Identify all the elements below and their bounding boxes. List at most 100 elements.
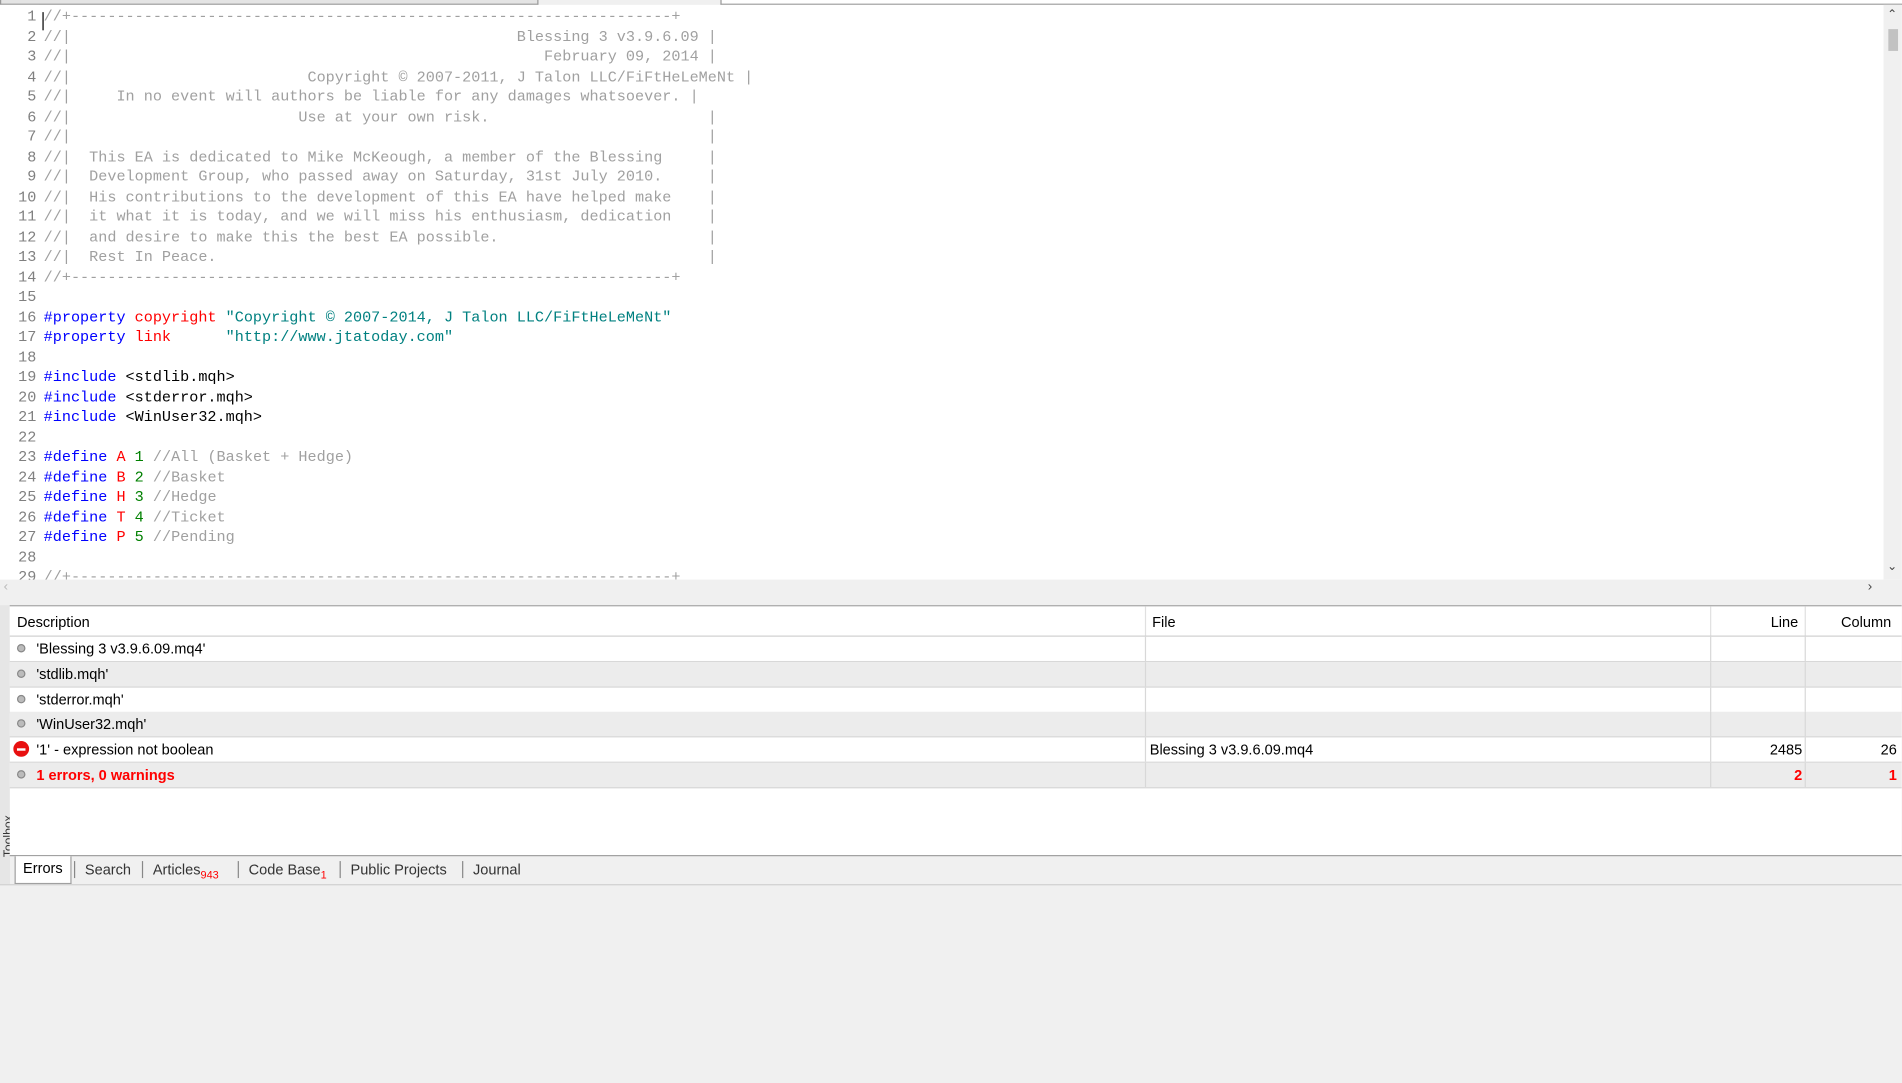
code-token: //| Copyright © 2007-2011, J Talon LLC/F… [43, 68, 754, 86]
error-row[interactable]: 'WinUser32.mqh' [9, 712, 1902, 738]
error-description: 'stderror.mqh' [36, 690, 124, 708]
code-line[interactable]: #define B 2 //Basket [44, 468, 226, 488]
code-line[interactable]: //| Rest In Peace. | [44, 247, 717, 267]
scrollbar-thumb[interactable] [1888, 29, 1899, 51]
error-description: 'Blessing 3 v3.9.6.09.mq4' [36, 640, 206, 658]
code-line[interactable]: #define H 3 //Hedge [44, 488, 217, 508]
code-token: //| and desire to make this the best EA … [43, 228, 717, 246]
code-token: //Ticket [152, 508, 226, 526]
code-token: //| it what it is today, and we will mis… [43, 208, 717, 226]
error-file: Blessing 3 v3.9.6.09.mq4 [1149, 741, 1314, 759]
code-line[interactable]: //| This EA is dedicated to Mike McKeoug… [44, 147, 717, 167]
errors-panel: Description File Line Column 'Blessing 3… [9, 605, 1902, 857]
code-token: <stdlib.mqh> [125, 368, 235, 386]
code-token: #define [43, 508, 117, 526]
tab-label: Errors [23, 859, 63, 877]
code-token: //| Development Group, who passed away o… [43, 168, 717, 186]
column-description[interactable]: Description [17, 614, 90, 631]
code-line[interactable]: #include <stdlib.mqh> [44, 367, 235, 387]
code-line[interactable]: //+-------------------------------------… [44, 267, 681, 287]
code-area[interactable]: //+-------------------------------------… [0, 5, 1883, 580]
error-row[interactable]: 'Blessing 3 v3.9.6.09.mq4' [9, 636, 1902, 663]
code-line[interactable]: //| Copyright © 2007-2011, J Talon LLC/F… [44, 67, 754, 87]
code-token: A [116, 448, 135, 466]
code-line[interactable]: //| Use at your own risk. | [44, 107, 717, 127]
code-token: B [116, 468, 135, 486]
code-line[interactable]: #property copyright "Copyright © 2007-20… [44, 307, 672, 327]
tab-badge: 1 [320, 868, 327, 881]
scroll-down-icon[interactable]: ⌄ [1887, 560, 1897, 573]
code-token: //Pending [152, 528, 235, 546]
code-line[interactable]: //| In no event will authors be liable f… [44, 87, 699, 107]
column-column[interactable]: Column [1841, 614, 1891, 631]
code-token: //All (Basket + Hedge) [152, 448, 354, 466]
tab-label: Articles [152, 861, 201, 879]
code-token: P [116, 528, 135, 546]
code-token: "http://www.jtatoday.com" [225, 328, 454, 346]
toolbox-tabs: Errors Search Articles943 Code Base1 Public … [9, 855, 1902, 886]
code-token: //| Blessing 3 v3.9.6.09 | [43, 28, 717, 46]
error-row[interactable]: 'stderror.mqh' [9, 687, 1902, 713]
tab-search[interactable]: Search [78, 859, 139, 881]
error-row[interactable]: '1' - expression not boolean Blessing 3 v… [9, 737, 1902, 764]
tab-public-projects[interactable]: Public Projects [343, 859, 454, 881]
tab-journal[interactable]: Journal [466, 859, 528, 881]
code-line[interactable]: //+-------------------------------------… [44, 7, 681, 27]
code-token: H [116, 488, 135, 506]
code-line[interactable]: //| Blessing 3 v3.9.6.09 | [44, 27, 717, 47]
code-token: <stderror.mqh> [125, 388, 253, 406]
error-line: 2485 [1769, 741, 1803, 759]
error-row[interactable]: 'stdlib.mqh' [9, 661, 1902, 688]
horizontal-scrollbar[interactable]: ‹ › [0, 579, 1884, 598]
code-line[interactable]: #property link "http://www.jtatoday.com" [44, 327, 453, 347]
code-line[interactable]: //| it what it is today, and we will mis… [44, 207, 717, 227]
info-icon [16, 719, 26, 729]
code-token: //| Rest In Peace. | [43, 248, 717, 266]
code-line[interactable]: #define P 5 //Pending [44, 528, 235, 548]
scroll-up-icon[interactable]: ⌃ [1887, 8, 1897, 21]
code-token: T [116, 508, 135, 526]
info-icon [16, 643, 26, 653]
status-bar [0, 884, 1902, 894]
code-line[interactable]: //+-------------------------------------… [44, 568, 681, 580]
tab-code-base[interactable]: Code Base1 [241, 859, 334, 881]
code-line[interactable]: //| His contributions to the development… [44, 187, 717, 207]
code-token: 3 [134, 488, 153, 506]
tab-articles[interactable]: Articles943 [146, 859, 226, 881]
info-icon [16, 770, 26, 779]
errors-header: Description File Line Column [9, 606, 1902, 637]
code-line[interactable]: //| February 09, 2014 | [44, 47, 717, 67]
code-token: //| In no event will authors be liable f… [43, 88, 699, 106]
tab-label: Public Projects [350, 861, 447, 879]
code-editor[interactable]: 1 2 3 4 5 6 7 8 9 10 11 12 13 14 15 16 17 18 19 20 21 22 23 24 2… [0, 4, 1902, 580]
code-token: #include [43, 368, 126, 386]
code-line[interactable]: //| Development Group, who passed away o… [44, 167, 717, 187]
scroll-right-icon[interactable]: › [1868, 580, 1872, 595]
error-description: '1' - expression not boolean [36, 741, 214, 759]
code-line[interactable]: //| | [44, 127, 717, 147]
code-line[interactable]: #include <WinUser32.mqh> [44, 408, 262, 428]
code-line[interactable]: #define T 4 //Ticket [44, 508, 226, 528]
text-caret [42, 12, 44, 31]
code-token: #include [43, 388, 126, 406]
column-line[interactable]: Line [1771, 614, 1799, 631]
code-line[interactable]: //| and desire to make this the best EA … [44, 227, 717, 247]
code-line[interactable]: #define A 1 //All (Basket + Hedge) [44, 448, 353, 468]
scroll-left-icon[interactable]: ‹ [4, 580, 8, 595]
tab-badge: 943 [200, 868, 219, 881]
code-token: 1 [134, 448, 153, 466]
error-row[interactable]: 1 errors, 0 warnings 2 1 [9, 762, 1902, 789]
code-line[interactable]: #include <stderror.mqh> [44, 387, 253, 407]
code-token: 2 [134, 468, 153, 486]
tab-errors[interactable]: Errors [14, 856, 72, 885]
code-token: <WinUser32.mqh> [125, 408, 263, 426]
tab-label: Code Base [248, 861, 321, 879]
vertical-scrollbar[interactable]: ⌃ ⌄ [1883, 4, 1902, 580]
code-token: copyright [134, 308, 226, 326]
code-token: #property [43, 308, 135, 326]
tab-label: Search [84, 861, 132, 879]
code-token: link [134, 328, 226, 346]
column-file[interactable]: File [1152, 614, 1175, 631]
code-token: //Hedge [152, 488, 217, 506]
info-icon [16, 694, 26, 703]
